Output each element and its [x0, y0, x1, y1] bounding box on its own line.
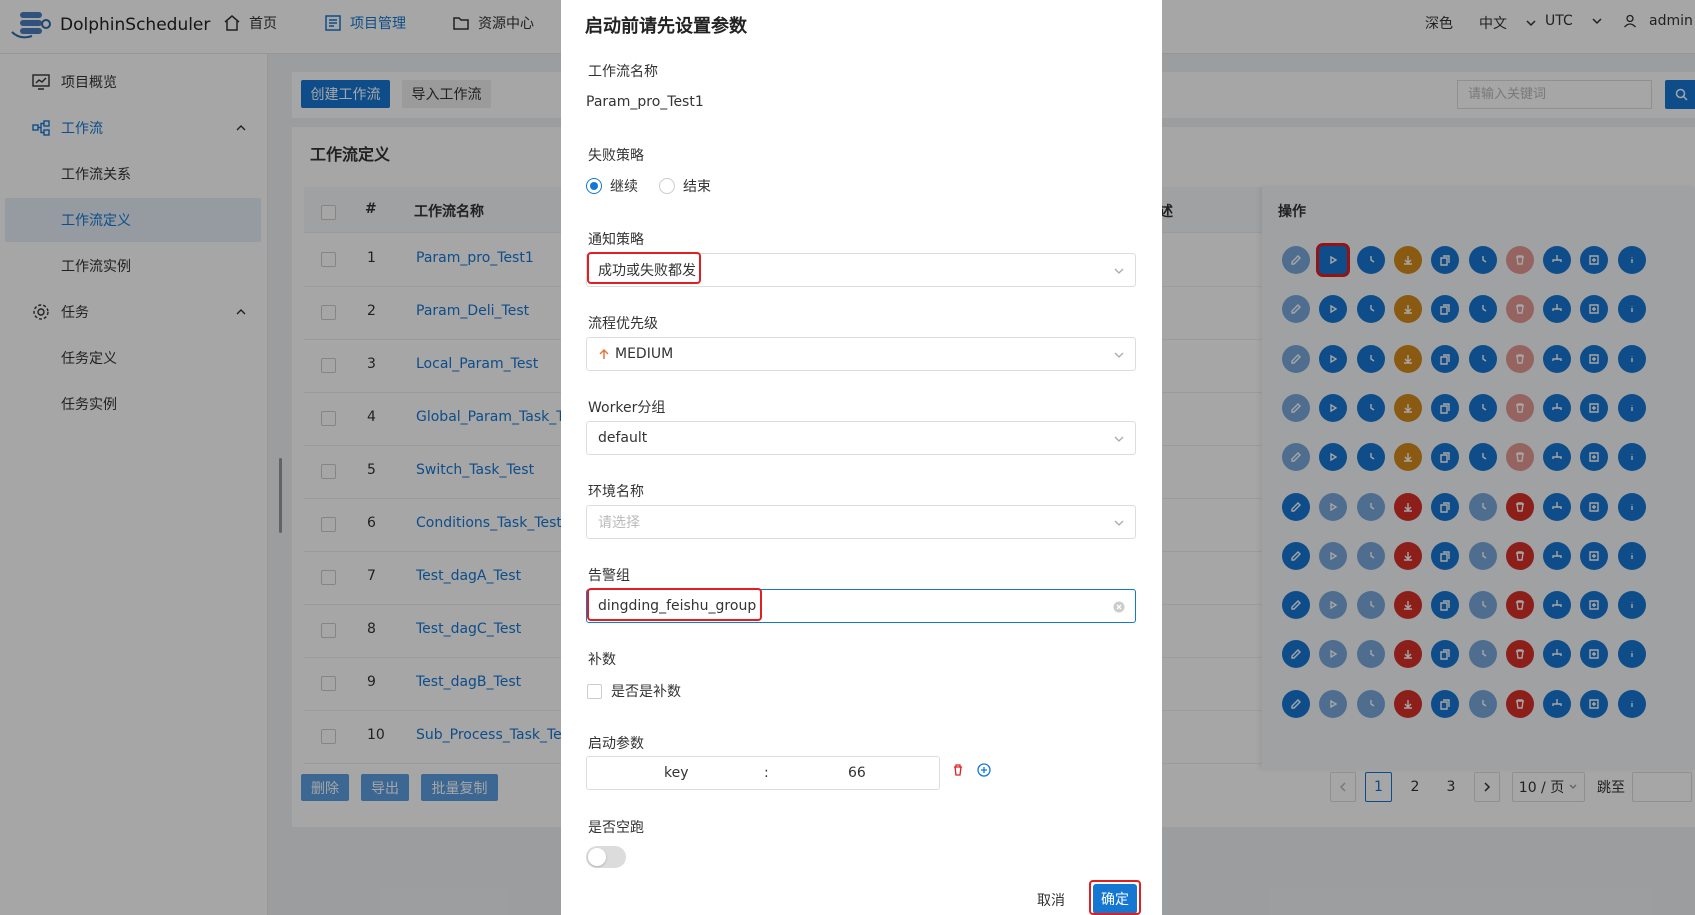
workflow-name-label: 工作流名称: [588, 64, 658, 80]
highlight-box: [587, 252, 701, 284]
param-value-input[interactable]: 66: [848, 765, 866, 781]
dry-run-label: 是否空跑: [588, 820, 644, 836]
radio-label: 结束: [683, 179, 711, 195]
chevron-down-icon: [1114, 436, 1124, 442]
dry-run-toggle[interactable]: [586, 846, 626, 868]
priority-label: 流程优先级: [588, 316, 658, 332]
worker-group-label: Worker分组: [588, 400, 666, 416]
chevron-down-icon: [1114, 520, 1124, 526]
radio-label: 继续: [610, 179, 638, 195]
arrow-up-icon: [599, 348, 609, 359]
add-param-icon[interactable]: [977, 763, 991, 777]
param-row: key : 66: [586, 756, 940, 790]
highlight-box: [587, 588, 762, 621]
priority-select[interactable]: MEDIUM: [586, 337, 1136, 371]
failure-strategy-label: 失败策略: [588, 148, 644, 164]
modal-title: 启动前请先设置参数: [585, 16, 747, 37]
failure-end-radio[interactable]: 结束: [659, 176, 711, 196]
env-label: 环境名称: [588, 484, 644, 500]
workflow-name-value: Param_pro_Test1: [586, 94, 704, 110]
highlight-box: [1089, 880, 1141, 915]
env-placeholder: 请选择: [598, 515, 640, 531]
complement-checkbox-label: 是否是补数: [611, 684, 681, 700]
notify-strategy-label: 通知策略: [588, 232, 644, 248]
delete-param-icon[interactable]: [951, 763, 965, 777]
cancel-button[interactable]: 取消: [1037, 890, 1065, 910]
param-separator: :: [764, 765, 769, 781]
radio-checked-icon: [586, 178, 602, 194]
complement-checkbox[interactable]: 是否是补数: [587, 681, 681, 701]
clear-icon[interactable]: [1113, 601, 1125, 613]
alert-group-label: 告警组: [588, 568, 630, 584]
checkbox-box: [587, 683, 602, 699]
env-select[interactable]: 请选择: [586, 505, 1136, 539]
param-key-input[interactable]: key: [664, 765, 689, 781]
priority-value: MEDIUM: [615, 346, 674, 362]
worker-group-value: default: [598, 430, 648, 446]
start-params-modal: 启动前请先设置参数 工作流名称 Param_pro_Test1 失败策略 继续 …: [561, 0, 1162, 915]
worker-group-select[interactable]: default: [586, 421, 1136, 455]
chevron-down-icon: [1114, 352, 1124, 358]
start-params-label: 启动参数: [588, 736, 644, 752]
complement-label: 补数: [588, 652, 616, 668]
radio-unchecked-icon: [659, 178, 675, 194]
failure-continue-radio[interactable]: 继续: [586, 176, 638, 196]
chevron-down-icon: [1114, 268, 1124, 274]
